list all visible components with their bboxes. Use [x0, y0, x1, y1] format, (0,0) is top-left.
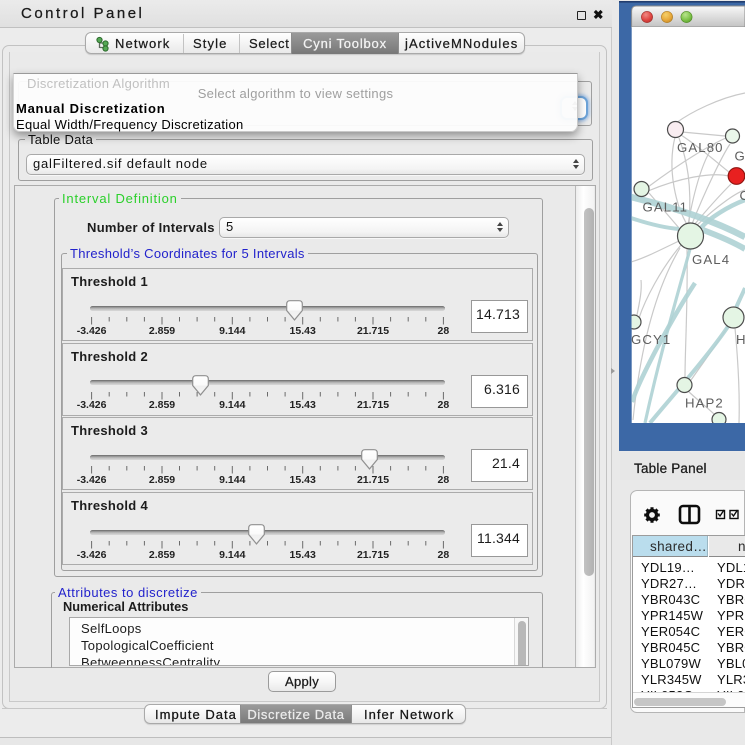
svg-text:GAL4: GAL4 — [692, 252, 730, 267]
svg-text:GCY1: GCY1 — [631, 332, 671, 347]
svg-text:GAL80: GAL80 — [677, 140, 724, 155]
svg-text:CY: CY — [740, 188, 745, 203]
svg-text:GAL2: GAL2 — [735, 149, 745, 164]
svg-text:GAL11: GAL11 — [643, 200, 689, 215]
svg-text:HAP2: HAP2 — [685, 396, 724, 411]
svg-text:HI: HI — [736, 332, 745, 347]
